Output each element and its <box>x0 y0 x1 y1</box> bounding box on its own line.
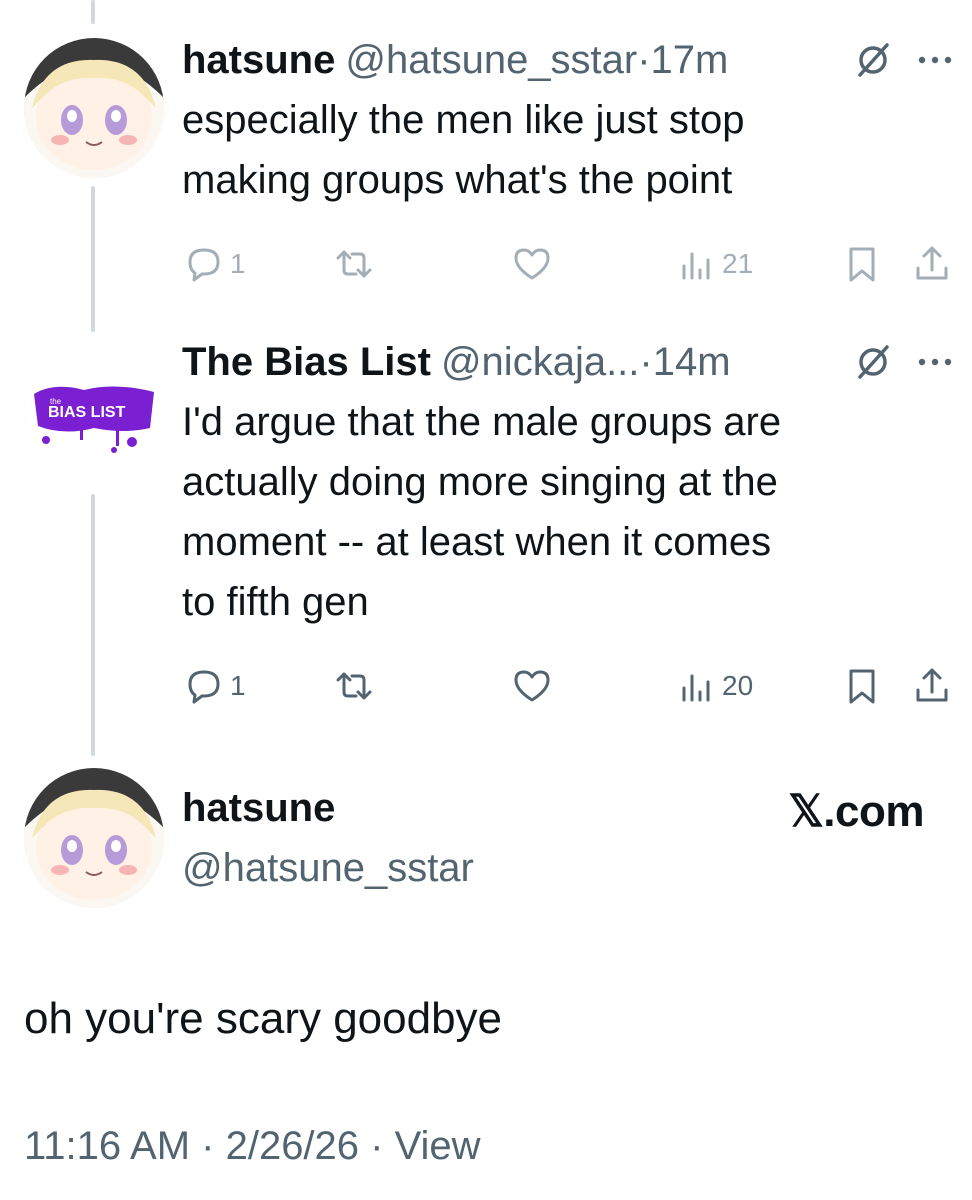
bookmark-icon <box>849 669 875 704</box>
share-button[interactable] <box>912 666 952 706</box>
action-bar: 1 20 <box>182 666 954 716</box>
bookmark-icon <box>849 247 875 282</box>
heart-icon <box>514 248 550 280</box>
share-button[interactable] <box>912 244 952 284</box>
grok-icon[interactable] <box>854 41 892 79</box>
repost-icon <box>336 250 372 278</box>
heart-icon <box>514 670 550 702</box>
avatar-hatsune-main[interactable] <box>24 768 164 908</box>
bookmark-button[interactable] <box>842 244 882 284</box>
reply-post-2[interactable]: The Bias List @nickaja... ·14m I'd argue… <box>182 332 954 716</box>
post-text: especially the men like just stop making… <box>182 90 954 210</box>
author-name[interactable]: The Bias List <box>182 340 431 385</box>
like-button[interactable] <box>512 666 552 706</box>
text-line: making groups what's the point <box>182 158 733 202</box>
main-author-name[interactable]: hatsune <box>182 786 335 831</box>
views-count: 20 <box>722 670 754 701</box>
text-line: especially the men like just stop <box>182 98 745 142</box>
thread-line-1 <box>91 186 95 332</box>
author-handle[interactable]: @hatsune_sstar <box>345 38 637 83</box>
text-line: moment -- at least when it comes <box>182 520 772 564</box>
share-icon <box>916 668 948 702</box>
post-timestamp[interactable]: 11:16 AM · 2/26/26 · View <box>24 1124 481 1169</box>
reply-button[interactable]: 1 <box>184 666 246 706</box>
grok-icon[interactable] <box>854 343 892 381</box>
reply-count: 1 <box>230 670 246 701</box>
repost-button[interactable] <box>334 666 374 706</box>
thread-line-2 <box>91 494 95 756</box>
post-header: The Bias List @nickaja... ·14m <box>182 332 954 392</box>
post-text: I'd argue that the male groups are actua… <box>182 392 954 632</box>
post-time[interactable]: ·14m <box>639 340 730 385</box>
reply-count: 1 <box>230 248 246 279</box>
reply-icon <box>188 670 220 704</box>
reply-button[interactable]: 1 <box>184 244 246 284</box>
bookmark-button[interactable] <box>842 666 882 706</box>
text-line: I'd argue that the male groups are <box>182 400 782 444</box>
post-time[interactable]: ·17m <box>637 38 728 83</box>
share-icon <box>916 246 948 280</box>
brand-label: 𝕏.com <box>788 787 924 836</box>
views-icon <box>682 252 710 280</box>
avatar-hatsune[interactable] <box>24 38 164 178</box>
author-name[interactable]: hatsune <box>182 38 335 83</box>
reply-post-1[interactable]: hatsune @hatsune_sstar ·17m especially t… <box>182 30 954 294</box>
views-button[interactable]: 21 <box>676 244 753 284</box>
action-bar: 1 21 <box>182 244 954 294</box>
views-icon <box>682 674 710 702</box>
more-icon[interactable] <box>916 54 954 66</box>
author-handle[interactable]: @nickaja... <box>441 340 639 385</box>
text-line: to fifth gen <box>182 580 369 624</box>
main-post-text: oh you're scary goodbye <box>24 994 503 1043</box>
reply-icon <box>188 248 220 282</box>
anime-avatar-icon <box>24 38 164 178</box>
text-line: actually doing more singing at the <box>182 460 778 504</box>
like-button[interactable] <box>512 244 552 284</box>
main-author-handle[interactable]: @hatsune_sstar <box>182 846 474 891</box>
avatar-bias-list[interactable]: the BIAS LIST <box>24 342 164 482</box>
views-button[interactable]: 20 <box>676 666 753 706</box>
bias-list-logo: the BIAS LIST <box>24 342 164 482</box>
views-count: 21 <box>722 248 754 279</box>
repost-button[interactable] <box>334 244 374 284</box>
anime-avatar-icon <box>24 768 164 908</box>
bias-list-label: BIAS LIST <box>48 404 126 421</box>
repost-icon <box>336 672 372 700</box>
more-icon[interactable] <box>916 356 954 368</box>
post-header: hatsune @hatsune_sstar ·17m <box>182 30 954 90</box>
thread-line-top <box>91 0 95 24</box>
